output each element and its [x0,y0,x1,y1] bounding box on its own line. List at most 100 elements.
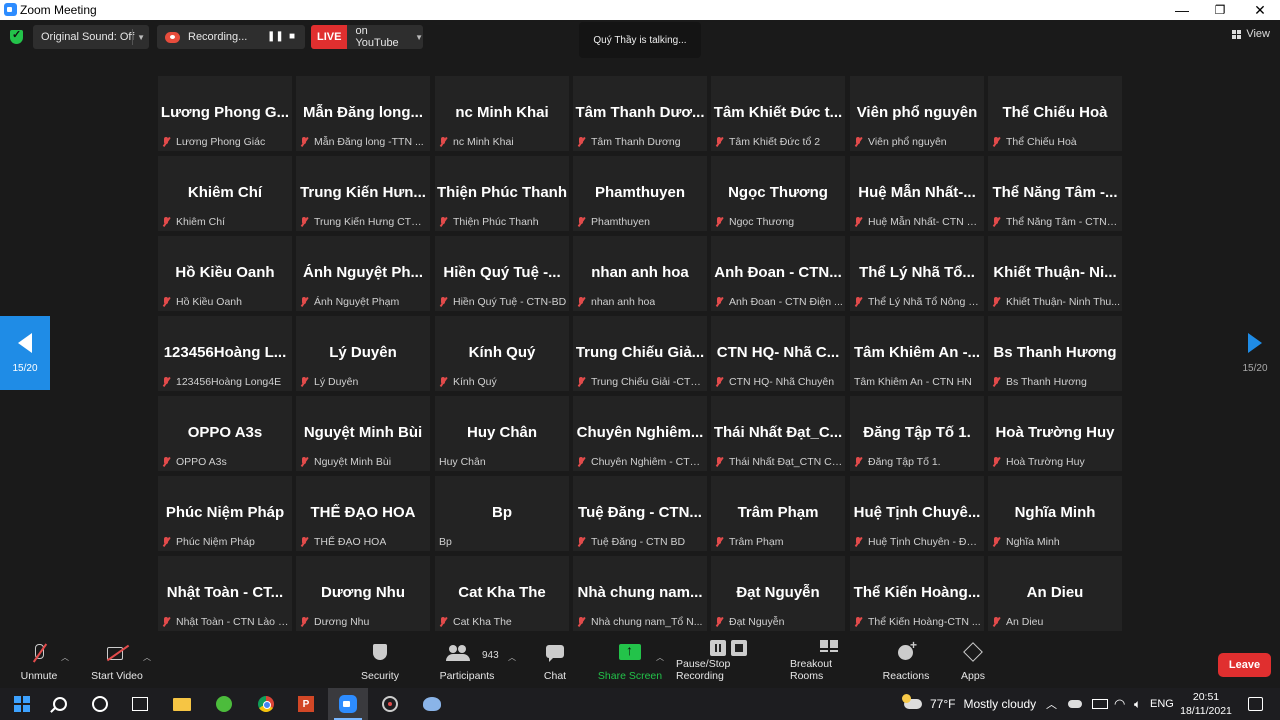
participant-tile[interactable]: Viên phổ nguyên Viên phổ nguyên [850,76,984,151]
participant-tile[interactable]: Lương Phong G... Lương Phong Giác [158,76,292,151]
close-button[interactable]: ✕ [1240,0,1280,20]
chevron-up-icon[interactable]: ︿ [61,652,69,663]
participant-tile[interactable]: Huệ Mẫn Nhất-... Huệ Mẫn Nhất- CTN N... [850,156,984,231]
unmute-button[interactable]: Unmute [14,638,64,686]
next-page-button[interactable]: 15/20 [1230,316,1280,390]
participant-tile[interactable]: Khiêm Chí Khiêm Chí [158,156,292,231]
participant-tile[interactable]: Nguyệt Minh Bùi Nguyệt Minh Bùi [296,396,430,471]
view-button[interactable]: View [1232,28,1270,40]
participant-tile[interactable]: Ánh Nguyệt Ph... Ánh Nguyệt Phạm [296,236,430,311]
participant-tile[interactable]: Thiện Phúc Thanh Thiện Phúc Thanh [435,156,569,231]
participant-tile[interactable]: Trung Chiếu Giả... Trung Chiếu Giải -CTN … [573,316,707,391]
minimize-button[interactable]: — [1162,0,1202,20]
participant-tile[interactable]: Trâm Phạm Trâm Phạm [711,476,845,551]
chat-button[interactable]: Chat [535,638,575,686]
pause-stop-recording-button[interactable]: Pause/Stop Recording [676,638,780,686]
participant-tile[interactable]: Thể Năng Tâm -... Thể Năng Tâm - CTN H... [988,156,1122,231]
participant-tile[interactable]: nhan anh hoa nhan anh hoa [573,236,707,311]
pause-recording-icon[interactable]: ❚❚ [267,31,284,42]
participant-tile[interactable]: Huệ Tịnh Chuyê... Huệ Tịnh Chuyên - ĐT ..… [850,476,984,551]
taskbar-file-explorer[interactable] [162,688,202,720]
taskbar-powerpoint[interactable]: P [286,688,326,720]
participant-tile[interactable]: OPPO A3s OPPO A3s [158,396,292,471]
participant-tile[interactable]: Thể Lý Nhã Tổ... Thể Lý Nhã Tổ Nông N... [850,236,984,311]
taskbar-zoom[interactable] [328,688,368,720]
breakout-rooms-button[interactable]: Breakout Rooms [790,638,868,686]
participant-tile[interactable]: Ngọc Thương Ngọc Thương [711,156,845,231]
participant-name-text: nhan anh hoa [591,296,656,308]
participant-tile[interactable]: Bs Thanh Hương Bs Thanh Hương [988,316,1122,391]
task-view-button[interactable] [120,688,160,720]
participant-tile[interactable]: Nhật Toàn - CT... Nhật Toàn - CTN Lào C..… [158,556,292,631]
reactions-button[interactable]: Reactions [882,638,930,686]
security-button[interactable]: Security [354,638,406,686]
participant-tile[interactable]: Nghĩa Minh Nghĩa Minh [988,476,1122,551]
participant-tile[interactable]: Hồ Kiều Oanh Hồ Kiều Oanh [158,236,292,311]
participant-tile[interactable]: Tuệ Đăng - CTN... Tuệ Đăng - CTN BD [573,476,707,551]
language-indicator[interactable]: ENG [1150,688,1174,720]
participant-tile[interactable]: Đạt Nguyễn Đạt Nguyễn [711,556,845,631]
participant-tile[interactable]: Chuyên Nghiêm... Chuyên Nghiêm - CTN... [573,396,707,471]
apps-button[interactable]: Apps [953,638,993,686]
tray-cloud-icon[interactable] [1068,688,1082,720]
live-stream-button[interactable]: LIVE on YouTube ▼ [311,25,423,49]
participant-tile[interactable]: Anh Đoan - CTN... Anh Đoan - CTN Điện ... [711,236,845,311]
chevron-down-icon[interactable]: ▼ [137,33,145,42]
participant-tile[interactable]: Thái Nhất Đạt_C... Thái Nhất Đạt_CTN Cầ..… [711,396,845,471]
previous-page-button[interactable]: 15/20 [0,316,50,390]
participant-tile[interactable]: Cat Kha The Cat Kha The [435,556,569,631]
reactions-icon [894,638,918,664]
chevron-down-icon[interactable]: ▼ [415,33,423,42]
participant-tile[interactable]: CTN HQ- Nhã C... CTN HQ- Nhã Chuyên [711,316,845,391]
participants-button[interactable]: Participants [436,638,498,686]
participant-tile[interactable]: Lý Duyên Lý Duyên [296,316,430,391]
encryption-shield-icon[interactable] [10,28,23,44]
participant-tile[interactable]: Thể Chiếu Hoà Thể Chiếu Hoà [988,76,1122,151]
participant-tile[interactable]: THỂ ĐẠO HOA THỂ ĐẠO HOA [296,476,430,551]
start-button[interactable] [2,688,42,720]
action-center-button[interactable] [1248,688,1263,720]
participant-tile[interactable]: Hiền Quý Tuệ -... Hiền Quý Tuệ - CTN-BD [435,236,569,311]
participant-tile[interactable]: Huy Chân Huy Chân [435,396,569,471]
participant-tile[interactable]: Hoà Trường Huy Hoà Trường Huy [988,396,1122,471]
taskbar-green-app[interactable] [204,688,244,720]
participant-tile[interactable]: 123456Hoàng L... 123456Hoàng Long4E [158,316,292,391]
chevron-up-icon[interactable]: ︿ [656,652,664,663]
chevron-up-icon[interactable]: ︿ [508,652,516,663]
participant-tile[interactable]: Nhà chung nam... Nhà chung nam_Tổ N... [573,556,707,631]
tray-battery-icon[interactable] [1092,688,1108,720]
share-screen-button[interactable]: Share Screen [597,638,663,686]
participant-tile[interactable]: An Dieu An Dieu [988,556,1122,631]
chevron-up-icon[interactable]: ︿ [143,652,151,663]
participant-tile[interactable]: Kính Quý Kính Quý [435,316,569,391]
participant-tile[interactable]: Thể Kiến Hoàng... Thể Kiến Hoàng-CTN ... [850,556,984,631]
participant-tile[interactable]: Bp Bp [435,476,569,551]
start-video-button[interactable]: Start Video [86,638,148,686]
participant-tile[interactable]: Tâm Khiết Đức t... Tâm Khiết Đức tổ 2 [711,76,845,151]
participant-tile[interactable]: Trung Kiến Hưn... Trung Kiến Hưng CTN ... [296,156,430,231]
maximize-button[interactable]: ❐ [1200,0,1240,20]
participant-tile[interactable]: Đăng Tập Tố 1. Đăng Tập Tố 1. [850,396,984,471]
leave-button[interactable]: Leave [1218,653,1271,677]
participant-tile[interactable]: Phamthuyen Phamthuyen [573,156,707,231]
share-screen-label: Share Screen [597,670,663,682]
participant-tile[interactable]: Tâm Khiêm An -... Tâm Khiêm An - CTN HN [850,316,984,391]
show-hidden-icons[interactable]: ︿ [1046,688,1057,720]
participant-tile[interactable]: Tâm Thanh Dươ... Tâm Thanh Dương [573,76,707,151]
tray-wifi-icon[interactable]: ◠ [1114,688,1125,720]
stop-recording-icon[interactable]: ■ [289,31,295,42]
participant-tile[interactable]: Mẫn Đăng long... Mẫn Đăng long -TTN ... [296,76,430,151]
taskbar-media-app[interactable] [370,688,410,720]
original-sound-button[interactable]: Original Sound: Off ▼ [33,25,149,49]
taskbar-app[interactable] [412,688,452,720]
weather-widget[interactable]: 77°F Mostly cloudy [902,688,1036,720]
taskbar-chrome[interactable] [246,688,286,720]
cortana-button[interactable] [80,688,120,720]
tray-volume-icon[interactable]: 🔈︎ [1134,688,1141,720]
taskbar-search-button[interactable] [40,688,80,720]
participant-tile[interactable]: Dương Nhu Dương Nhu [296,556,430,631]
taskbar-clock[interactable]: 20:51 18/11/2021 [1176,690,1236,718]
participant-tile[interactable]: nc Minh Khai nc Minh Khai [435,76,569,151]
participant-tile[interactable]: Phúc Niệm Pháp Phúc Niệm Pháp [158,476,292,551]
participant-tile[interactable]: Khiết Thuận- Ni... Khiết Thuận- Ninh Thu.… [988,236,1122,311]
